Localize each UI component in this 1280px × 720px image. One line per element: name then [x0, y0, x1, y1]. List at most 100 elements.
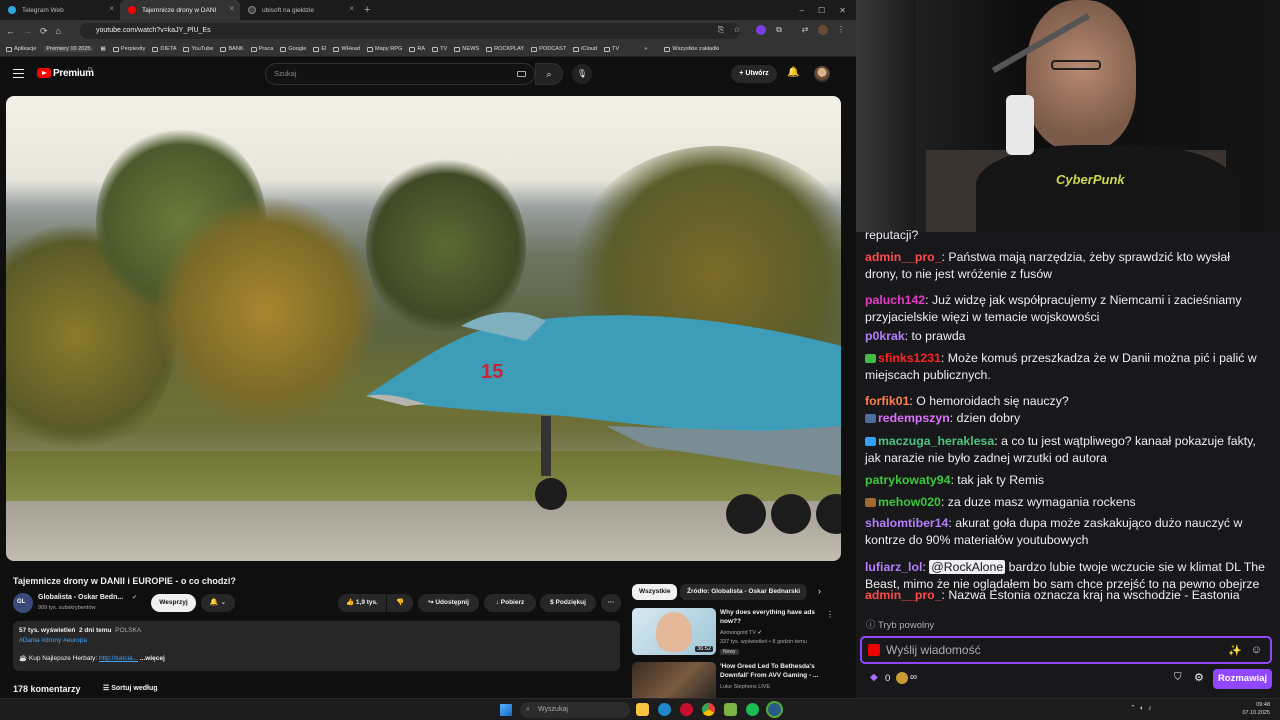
menu-icon[interactable]	[13, 69, 24, 78]
bookmark-mapy[interactable]: Mapy RPG	[367, 46, 402, 52]
gear-icon[interactable]: ⚙	[1194, 671, 1204, 684]
shield-icon[interactable]: ⛉	[1174, 672, 1182, 683]
chip-source[interactable]: Źródło: Globalista - Oskar Bednarski	[680, 584, 808, 600]
chat-username[interactable]: paluch142	[865, 293, 925, 307]
chevron-right-icon[interactable]: ›	[818, 586, 821, 596]
bookmark-dieta[interactable]: DIETA	[152, 46, 176, 52]
notes-icon[interactable]	[724, 703, 737, 716]
close-window-icon[interactable]: ✕	[839, 6, 846, 15]
spotify-icon[interactable]	[746, 703, 759, 716]
more-actions-icon[interactable]: ···	[601, 594, 621, 612]
bookmark-whead[interactable]: WHead	[333, 46, 360, 52]
tab-search-icon[interactable]: ⇄	[800, 25, 810, 35]
file-explorer-icon[interactable]	[636, 703, 649, 716]
chat-username[interactable]: lufiarz_lol	[865, 560, 922, 574]
search-input[interactable]: Szukaj	[265, 63, 535, 85]
support-button[interactable]: Wesprzyj	[151, 594, 196, 612]
chat-username[interactable]: patrykowaty94	[865, 473, 950, 487]
bookmark-youtube[interactable]: YouTube	[183, 46, 213, 52]
recommendation-item[interactable]: 'How Greed Led To Bethesda's Downfall' F…	[632, 662, 842, 698]
close-icon[interactable]: ×	[229, 4, 234, 13]
home-icon[interactable]: ⌂	[56, 26, 61, 36]
hashtags[interactable]: #Dania #drony #europa	[19, 636, 614, 646]
search-button[interactable]: ⌕	[535, 63, 563, 85]
bookmark-podcast[interactable]: PODCAST	[531, 46, 566, 52]
chip-all[interactable]: Wszystkie	[632, 584, 678, 600]
emoji-icon[interactable]: ☺	[1251, 644, 1262, 656]
chat-username[interactable]: maczuga_heraklesa	[878, 434, 994, 448]
bookmark-el[interactable]: El	[313, 46, 326, 52]
close-icon[interactable]: ×	[349, 4, 354, 13]
profile-icon[interactable]	[818, 25, 828, 35]
minimize-icon[interactable]: –	[800, 6, 804, 15]
microphone-icon[interactable]: 🎙	[572, 64, 592, 84]
bookmark-rockplay[interactable]: ROCKPLAY	[486, 46, 524, 52]
reload-icon[interactable]: ⟳	[40, 26, 48, 37]
create-button[interactable]: + Utwórz	[731, 65, 777, 83]
chat-username[interactable]: admin__pro_	[865, 588, 942, 602]
bookmark-perplexity[interactable]: Perplexity	[112, 46, 145, 52]
bookmark-all[interactable]: Wszystkie zakładki	[664, 46, 719, 52]
menu-dots-icon[interactable]: ⋮	[836, 25, 846, 35]
taskbar-search[interactable]: ⌕ Wyszukaj	[520, 702, 630, 718]
recommendation-title[interactable]: Why does everything have ads now??	[720, 609, 830, 626]
system-tray[interactable]: ⌃◐♪	[1130, 704, 1156, 712]
tab-youtube[interactable]: Tajemnicze drony w DANI ×	[120, 0, 240, 20]
bookmark-tv[interactable]: TV	[432, 46, 447, 52]
chat-username[interactable]: shalomtiber14	[865, 516, 948, 530]
bookmark-icloud[interactable]: iCloud	[573, 46, 597, 52]
show-more-link[interactable]: ...więcej	[140, 655, 165, 662]
bookmark-apps[interactable]: Aplikacje	[6, 46, 36, 52]
url-field[interactable]: youtube.com/watch?v=kaJY_PlU_Es	[80, 23, 740, 39]
bookmark-praca[interactable]: Praca	[250, 46, 273, 52]
bookmark-bank[interactable]: BANK	[220, 46, 244, 52]
keyboard-icon[interactable]	[517, 71, 526, 77]
chat-username[interactable]: sfinks1231	[878, 351, 941, 365]
dislike-button[interactable]: 👎	[387, 594, 413, 612]
bookmark-tv2[interactable]: TV	[604, 46, 619, 52]
recommendation-title[interactable]: 'How Greed Led To Bethesda's Downfall' F…	[720, 663, 830, 680]
avatar[interactable]	[814, 66, 830, 82]
opera-icon[interactable]	[680, 703, 693, 716]
recommendation-item[interactable]: 36:52 Why does everything have ads now??…	[632, 608, 842, 662]
sort-button[interactable]: ☰ Sortuj według	[103, 684, 158, 692]
chat-mention[interactable]: @RockAlone	[929, 560, 1006, 574]
like-button[interactable]: 👍 1,9 tys.	[338, 594, 386, 612]
windows-start-icon[interactable]	[500, 704, 512, 716]
close-icon[interactable]: ×	[109, 4, 114, 13]
chat-input[interactable]: Wyślij wiadomość ✨ ☺	[860, 636, 1272, 664]
subscription-bell-button[interactable]: 🔔 ⌄	[201, 594, 235, 612]
magic-wand-icon[interactable]: ✨	[1228, 644, 1242, 657]
channel-avatar[interactable]	[13, 593, 33, 613]
new-tab-button[interactable]: +	[364, 4, 370, 16]
maximize-icon[interactable]: ☐	[818, 6, 825, 15]
chat-send-button[interactable]: Rozmawiaj	[1213, 669, 1272, 689]
star-icon[interactable]: ☆	[732, 25, 742, 35]
more-options-icon[interactable]: ⋮	[826, 610, 834, 619]
chat-username[interactable]: p0krak	[865, 329, 905, 343]
bits-icon[interactable]: ◆	[870, 672, 878, 683]
bookmark-news[interactable]: NEWS	[454, 46, 479, 52]
bookmark-ra[interactable]: RA	[409, 46, 425, 52]
video-thumbnail[interactable]	[632, 662, 716, 698]
channel-name[interactable]: Globalista - Oskar Bedn...	[38, 594, 123, 601]
bookmarks-more[interactable]: »	[644, 46, 647, 52]
app-icon[interactable]	[768, 703, 781, 716]
notifications-icon[interactable]: 🔔	[787, 67, 799, 78]
description-box[interactable]: 57 tys. wyświetleń 2 dni temu POLSKA #Da…	[13, 621, 620, 671]
share-button[interactable]: ↪ Udostępnij	[418, 594, 479, 612]
download-button[interactable]: ↓ Pobierz	[484, 594, 536, 612]
video-player[interactable]: 15	[6, 96, 841, 561]
clock[interactable]: 09:48 07.10.2025	[1242, 701, 1270, 717]
chat-username[interactable]: mehow020	[878, 495, 941, 509]
tab-telegram[interactable]: Telegram Web ×	[0, 0, 120, 20]
bookmark-premiery[interactable]: Premiery 10 2025	[43, 46, 94, 52]
back-icon[interactable]: ←	[6, 26, 15, 36]
install-icon[interactable]: ⎘	[716, 25, 726, 35]
promo-link[interactable]: http://tuncia...	[99, 655, 138, 662]
video-thumbnail[interactable]: 36:52	[632, 608, 716, 655]
thanks-button[interactable]: $ Podziękuj	[540, 594, 596, 612]
chrome-icon[interactable]	[702, 703, 715, 716]
tab-ubisoft[interactable]: ubisoft na giełdzie ×	[240, 0, 360, 20]
chat-username[interactable]: redempszyn	[878, 411, 950, 425]
